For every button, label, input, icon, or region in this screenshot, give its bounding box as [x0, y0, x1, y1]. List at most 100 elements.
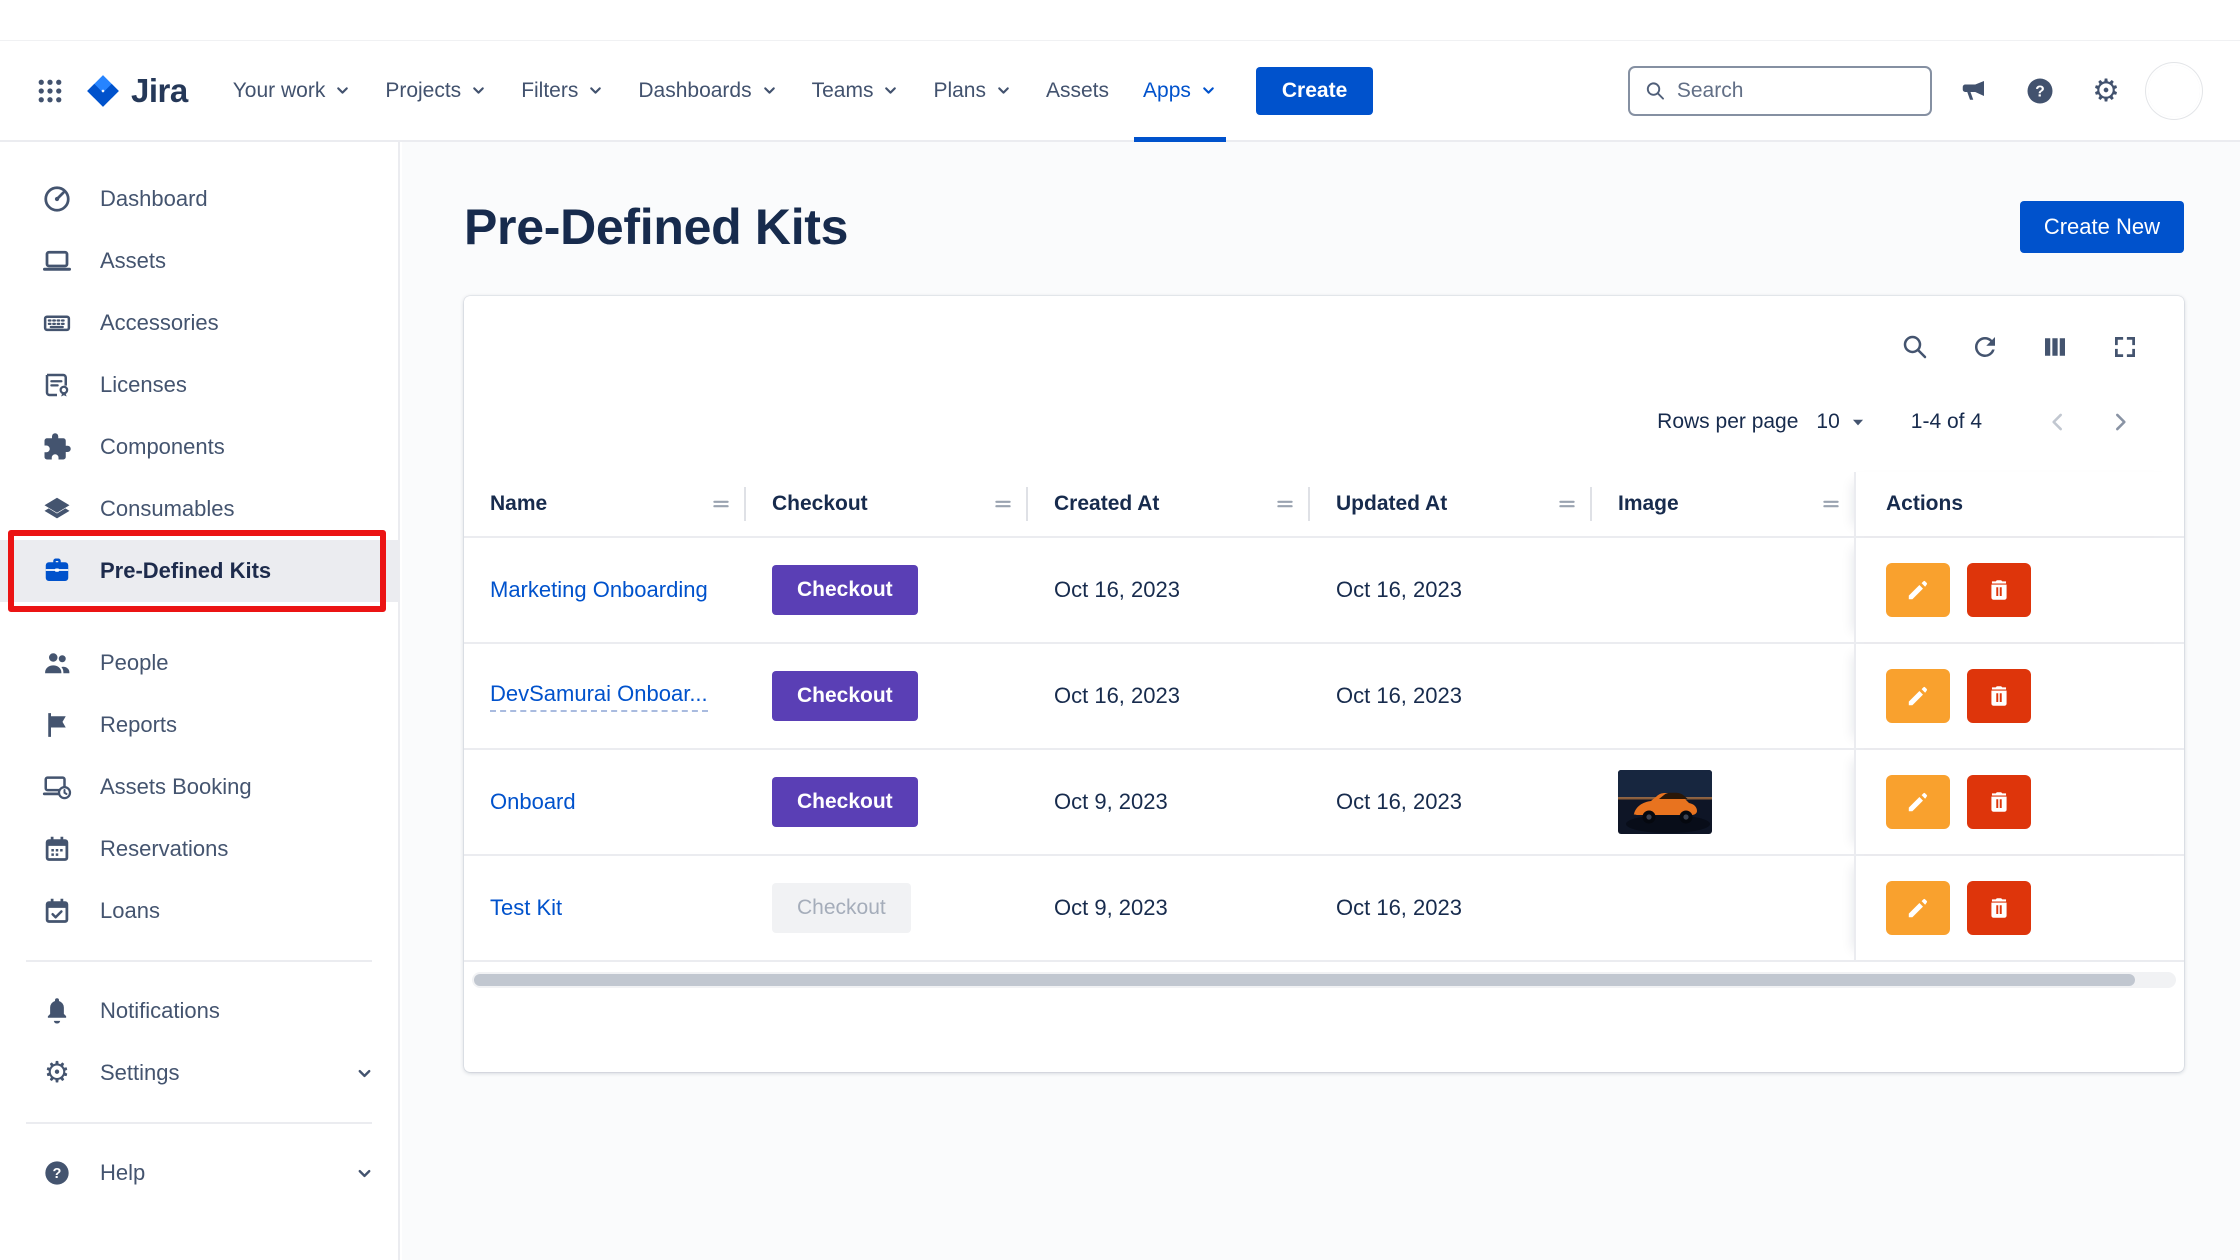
- kit-name-link[interactable]: DevSamurai Onboar...: [490, 681, 708, 712]
- sidebar-item-reservations[interactable]: Reservations: [0, 818, 398, 880]
- nav-item-projects[interactable]: Projects: [370, 67, 502, 115]
- nav-item-assets[interactable]: Assets: [1031, 67, 1124, 115]
- drag-handle-icon[interactable]: [1820, 493, 1842, 515]
- sidebar-item-assets[interactable]: Assets: [0, 230, 398, 292]
- create-new-button[interactable]: Create New: [2020, 201, 2184, 253]
- nav-item-dashboards[interactable]: Dashboards: [623, 67, 792, 115]
- sidebar-item-settings[interactable]: ⚙ Settings: [0, 1042, 398, 1104]
- drag-handle-icon[interactable]: [710, 493, 732, 515]
- help-button[interactable]: ?: [2016, 67, 2064, 115]
- announcements-button[interactable]: [1950, 67, 1998, 115]
- checkout-cell: Checkout: [746, 856, 1028, 960]
- column-header-updated-at[interactable]: Updated At: [1310, 472, 1592, 536]
- delete-button[interactable]: [1967, 881, 2031, 935]
- sidebar-item-components[interactable]: Components: [0, 416, 398, 478]
- column-header-tools: [710, 487, 746, 521]
- chevron-down-icon: [355, 1064, 374, 1083]
- chevron-down-icon: [1200, 82, 1217, 99]
- edit-button[interactable]: [1886, 669, 1950, 723]
- updated-at-cell: Oct 16, 2023: [1310, 750, 1592, 854]
- primary-nav: Your work Projects Filters Dashboards Te…: [218, 67, 1232, 115]
- kit-name-link[interactable]: Test Kit: [490, 895, 562, 921]
- column-header-checkout[interactable]: Checkout: [746, 472, 1028, 536]
- app-switcher-button[interactable]: [26, 67, 74, 115]
- rows-per-page-select[interactable]: 10: [1816, 410, 1866, 434]
- drag-handle-icon[interactable]: [1274, 493, 1296, 515]
- nav-item-filters[interactable]: Filters: [506, 67, 619, 115]
- sidebar-item-consumables[interactable]: Consumables: [0, 478, 398, 540]
- checkout-button[interactable]: Checkout: [772, 565, 918, 615]
- edit-button[interactable]: [1886, 775, 1950, 829]
- delete-button[interactable]: [1967, 669, 2031, 723]
- column-label: Actions: [1886, 492, 1963, 516]
- horizontal-scrollbar[interactable]: [472, 972, 2176, 988]
- drag-handle-icon[interactable]: [992, 493, 1014, 515]
- column-header-name[interactable]: Name: [464, 472, 746, 536]
- trash-icon: [1986, 789, 2012, 815]
- jira-logo-text: Jira: [131, 72, 188, 110]
- nav-item-label: Dashboards: [638, 79, 751, 103]
- sidebar-item-label: Licenses: [100, 372, 187, 398]
- previous-page-button[interactable]: [2038, 402, 2078, 442]
- delete-button[interactable]: [1967, 563, 2031, 617]
- global-search[interactable]: [1628, 66, 1932, 116]
- checkout-button[interactable]: Checkout: [772, 671, 918, 721]
- sidebar-item-people[interactable]: People: [0, 632, 398, 694]
- image-cell: [1592, 538, 1854, 642]
- top-navbar: Jira Your work Projects Filters Dashboar…: [0, 40, 2240, 142]
- dashboard-icon: [40, 182, 74, 216]
- sidebar-item-help[interactable]: ? Help: [0, 1142, 398, 1204]
- sidebar-item-pre-defined-kits[interactable]: Pre-Defined Kits: [0, 540, 398, 602]
- kit-name-cell: Onboard: [464, 750, 746, 854]
- table-fullscreen-button[interactable]: [2104, 326, 2146, 368]
- table-search-button[interactable]: [1894, 326, 1936, 368]
- sidebar-item-label: Components: [100, 434, 225, 460]
- puzzle-icon: [40, 430, 74, 464]
- nav-item-plans[interactable]: Plans: [918, 67, 1027, 115]
- sidebar-item-licenses[interactable]: Licenses: [0, 354, 398, 416]
- table-toolbar: [464, 326, 2184, 368]
- table-columns-button[interactable]: [2034, 326, 2076, 368]
- checkout-button[interactable]: Checkout: [772, 777, 918, 827]
- kit-name-link[interactable]: Marketing Onboarding: [490, 577, 708, 603]
- chevron-down-icon: [470, 82, 487, 99]
- kit-name-link[interactable]: Onboard: [490, 789, 576, 815]
- sidebar-item-notifications[interactable]: Notifications: [0, 980, 398, 1042]
- column-header-image[interactable]: Image: [1592, 472, 1854, 536]
- edit-button[interactable]: [1886, 881, 1950, 935]
- sidebar-item-assets-booking[interactable]: Assets Booking: [0, 756, 398, 818]
- help-icon: ?: [40, 1156, 74, 1190]
- pencil-icon: [1905, 577, 1931, 603]
- chevron-down-icon: [761, 82, 778, 99]
- edit-button[interactable]: [1886, 563, 1950, 617]
- checkout-cell: Checkout: [746, 750, 1028, 854]
- table-refresh-button[interactable]: [1964, 326, 2006, 368]
- nav-item-your-work[interactable]: Your work: [218, 67, 367, 115]
- table-row: Marketing Onboarding Checkout Oct 16, 20…: [464, 538, 2184, 644]
- created-at-cell: Oct 9, 2023: [1028, 750, 1310, 854]
- nav-item-label: Filters: [521, 79, 578, 103]
- sidebar-item-dashboard[interactable]: Dashboard: [0, 168, 398, 230]
- actions-cell: [1854, 644, 2184, 748]
- chevron-down-icon: [882, 82, 899, 99]
- next-page-button[interactable]: [2100, 402, 2140, 442]
- nav-item-teams[interactable]: Teams: [797, 67, 915, 115]
- settings-button[interactable]: ⚙: [2082, 67, 2130, 115]
- column-header-created-at[interactable]: Created At: [1028, 472, 1310, 536]
- jira-logo-icon: [84, 72, 122, 110]
- delete-button[interactable]: [1967, 775, 2031, 829]
- sidebar-item-reports[interactable]: Reports: [0, 694, 398, 756]
- jira-logo[interactable]: Jira: [84, 72, 188, 110]
- sidebar-item-accessories[interactable]: Accessories: [0, 292, 398, 354]
- refresh-icon: [1970, 332, 2000, 362]
- pencil-icon: [1905, 895, 1931, 921]
- drag-handle-icon[interactable]: [1556, 493, 1578, 515]
- create-button[interactable]: Create: [1256, 67, 1373, 115]
- column-header-tools: [1556, 487, 1592, 521]
- sidebar-item-loans[interactable]: Loans: [0, 880, 398, 942]
- scrollbar-thumb[interactable]: [474, 974, 2135, 986]
- nav-item-apps[interactable]: Apps: [1128, 67, 1232, 115]
- search-input[interactable]: [1677, 79, 1916, 103]
- user-avatar[interactable]: [2148, 65, 2200, 117]
- sidebar-item-label: Notifications: [100, 998, 220, 1024]
